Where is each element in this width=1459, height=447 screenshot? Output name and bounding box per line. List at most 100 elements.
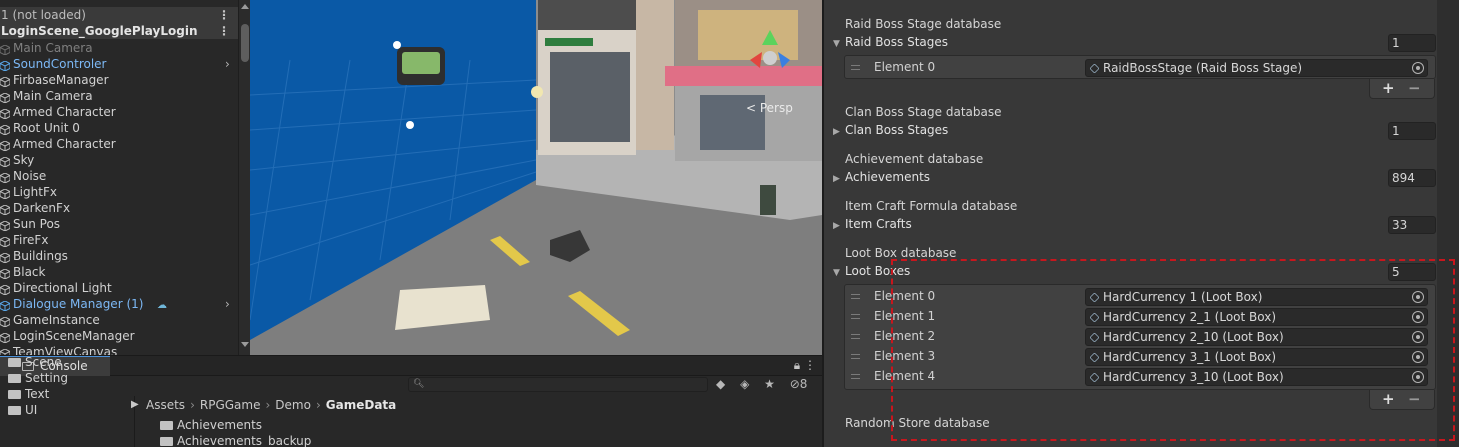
breadcrumb-expand-icon[interactable]: ▶ [131, 399, 139, 410]
list-element-row[interactable]: Element 0 HardCurrency 1 (Loot Box) [845, 287, 1435, 307]
drag-handle-icon[interactable] [851, 65, 860, 70]
list-size-field[interactable]: 894 [1388, 169, 1436, 187]
list-size-field[interactable]: 1 [1388, 34, 1436, 52]
scroll-down-icon[interactable] [241, 342, 249, 347]
hierarchy-item[interactable]: GameInstance [0, 312, 238, 328]
triangle-right-icon[interactable]: ▶ [833, 127, 845, 137]
object-picker-icon[interactable] [1412, 331, 1424, 343]
drag-handle-icon[interactable] [851, 354, 860, 359]
drag-handle-icon[interactable] [851, 314, 860, 319]
element-label: Element 3 [874, 349, 936, 363]
scene-row-unloaded[interactable]: 1 (not loaded) ⋮ [0, 7, 238, 23]
project-file-label: Achievements_backup [177, 434, 312, 447]
project-file-item[interactable]: Achievements_backup [160, 433, 311, 447]
hierarchy-item-label: Root Unit 0 [13, 121, 80, 135]
remove-element-button[interactable]: − [1408, 79, 1421, 97]
hierarchy-item[interactable]: Main Camera [0, 88, 238, 104]
object-picker-icon[interactable] [1412, 371, 1424, 383]
list-element-row[interactable]: Element 4 HardCurrency 3_10 (Loot Box) [845, 367, 1435, 387]
add-element-button[interactable]: + [1382, 79, 1395, 97]
object-picker-icon[interactable] [1412, 351, 1424, 363]
object-reference-field[interactable]: RaidBossStage (Raid Boss Stage) [1085, 59, 1428, 77]
console-tools[interactable]: 🔒︎ ⋮ [794, 358, 816, 373]
object-picker-icon[interactable] [1412, 62, 1424, 74]
hierarchy-item[interactable]: Armed Character [0, 104, 238, 120]
chevron-right-icon[interactable]: › [225, 56, 230, 72]
breadcrumb-segment[interactable]: Assets [146, 398, 185, 412]
hierarchy-item[interactable]: FirbaseManager [0, 72, 238, 88]
scene-menu-icon[interactable]: ⋮ [218, 23, 230, 39]
list-size-field[interactable]: 1 [1388, 122, 1436, 140]
list-foldout[interactable]: ▶ Item Crafts [833, 217, 912, 231]
object-reference-field[interactable]: HardCurrency 3_10 (Loot Box) [1085, 368, 1428, 386]
filter-by-label-icon[interactable]: ◈ [740, 377, 749, 391]
hierarchy-item[interactable]: SoundControler › [0, 56, 238, 72]
list-size-field[interactable]: 5 [1388, 263, 1436, 281]
triangle-right-icon[interactable]: ▶ [833, 174, 845, 184]
triangle-down-icon[interactable]: ▼ [833, 39, 845, 49]
list-element-row[interactable]: Element 2 HardCurrency 2_10 (Loot Box) [845, 327, 1435, 347]
folder-tree-item[interactable]: Scene [8, 354, 62, 370]
hierarchy-item[interactable]: Sun Pos [0, 216, 238, 232]
object-picker-icon[interactable] [1412, 291, 1424, 303]
breadcrumb-segment[interactable]: RPGGame [200, 398, 261, 412]
hierarchy-item[interactable]: Armed Character [0, 136, 238, 152]
hierarchy-item[interactable]: Dialogue Manager (1) ☁ › [0, 296, 238, 312]
inspector-scrollbar[interactable] [1437, 0, 1459, 447]
drag-handle-icon[interactable] [851, 374, 860, 379]
scene-row-label: 1 (not loaded) [1, 8, 86, 22]
scroll-up-icon[interactable] [241, 4, 249, 9]
scene-menu-icon[interactable]: ⋮ [218, 7, 230, 23]
hierarchy-item[interactable]: LightFx [0, 184, 238, 200]
drag-handle-icon[interactable] [851, 294, 860, 299]
reorderable-list: Element 0 HardCurrency 1 (Loot Box) Elemen… [844, 284, 1436, 390]
list-foldout[interactable]: ▶ Achievements [833, 170, 930, 184]
scene-row-active[interactable]: LoginScene_GooglePlayLogin ⋮ [0, 23, 238, 39]
hierarchy-item[interactable]: Directional Light [0, 280, 238, 296]
hidden-packages-icon[interactable]: ⊘8 [790, 377, 819, 391]
hierarchy-item[interactable]: LoginSceneManager [0, 328, 238, 344]
triangle-right-icon[interactable]: ▶ [833, 221, 845, 231]
hierarchy-item[interactable]: Noise [0, 168, 238, 184]
object-picker-icon[interactable] [1412, 311, 1424, 323]
list-size-field[interactable]: 33 [1388, 216, 1436, 234]
scroll-thumb[interactable] [241, 24, 249, 62]
drag-handle-icon[interactable] [851, 334, 860, 339]
object-reference-field[interactable]: HardCurrency 2_1 (Loot Box) [1085, 308, 1428, 326]
breadcrumb-segment[interactable]: GameData [326, 398, 396, 412]
filter-by-type-icon[interactable]: ◆ [716, 377, 725, 391]
add-element-button[interactable]: + [1382, 390, 1395, 408]
camera-persp-label[interactable]: < Persp [746, 101, 793, 115]
list-foldout[interactable]: ▼ Raid Boss Stages [833, 35, 948, 49]
triangle-down-icon[interactable]: ▼ [833, 268, 845, 278]
list-element-row[interactable]: Element 3 HardCurrency 3_1 (Loot Box) [845, 347, 1435, 367]
remove-element-button[interactable]: − [1408, 390, 1421, 408]
scene-view[interactable] [250, 0, 822, 355]
folder-tree-item[interactable]: Text [8, 386, 49, 402]
hierarchy-item[interactable]: Sky [0, 152, 238, 168]
hierarchy-item[interactable]: DarkenFx [0, 200, 238, 216]
element-label: Element 0 [874, 289, 936, 303]
hierarchy-scrollbar[interactable] [238, 0, 250, 355]
object-reference-field[interactable]: HardCurrency 3_1 (Loot Box) [1085, 348, 1428, 366]
list-element-row[interactable]: Element 0 RaidBossStage (Raid Boss Stage) [845, 58, 1435, 78]
breadcrumb-segment[interactable]: Demo [275, 398, 311, 412]
hierarchy-item[interactable]: Main Camera [0, 40, 238, 56]
list-foldout[interactable]: ▼ Loot Boxes [833, 264, 910, 278]
folder-tree-item[interactable]: UI [8, 402, 37, 418]
hierarchy-item[interactable]: Black [0, 264, 238, 280]
favorite-star-icon[interactable]: ★ [764, 377, 775, 391]
chevron-right-icon[interactable]: › [225, 296, 230, 312]
hierarchy-item[interactable]: Buildings [0, 248, 238, 264]
list-element-row[interactable]: Element 1 HardCurrency 2_1 (Loot Box) [845, 307, 1435, 327]
object-reference-field[interactable]: HardCurrency 1 (Loot Box) [1085, 288, 1428, 306]
hierarchy-item[interactable]: FireFx [0, 232, 238, 248]
folder-icon [8, 358, 21, 367]
project-file-item[interactable]: Achievements [160, 417, 262, 433]
folder-tree-item[interactable]: Setting [8, 370, 68, 386]
object-reference-field[interactable]: HardCurrency 2_10 (Loot Box) [1085, 328, 1428, 346]
element-label: Element 1 [874, 309, 936, 323]
project-search-input[interactable]: 🔍︎ [408, 377, 708, 392]
list-foldout[interactable]: ▶ Clan Boss Stages [833, 123, 948, 137]
hierarchy-item[interactable]: Root Unit 0 [0, 120, 238, 136]
